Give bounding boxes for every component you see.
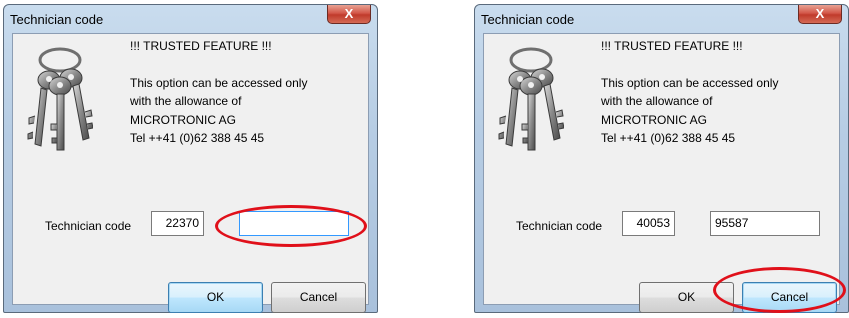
- title-bar[interactable]: Technician code X: [4, 5, 377, 33]
- technician-code-dialog-1: Technician code X !!! TRUSTED FEATURE !!…: [3, 4, 378, 313]
- response-code-input[interactable]: 95587: [710, 211, 820, 236]
- highlight-circle-response-field: [215, 205, 367, 247]
- close-button[interactable]: X: [798, 5, 842, 24]
- technician-code-field[interactable]: 22370: [151, 211, 204, 236]
- cancel-button[interactable]: Cancel: [271, 282, 366, 313]
- message-line-1: This option can be accessed only: [130, 76, 308, 90]
- message-line-4: Tel ++41 (0)62 388 45 45: [601, 131, 736, 145]
- highlight-circle-cancel-button: [713, 267, 846, 313]
- keys-icon: [498, 47, 564, 151]
- dialog-title: Technician code: [481, 12, 575, 27]
- trusted-feature-heading: !!! TRUSTED FEATURE !!!: [130, 39, 272, 53]
- close-button[interactable]: X: [327, 5, 371, 24]
- technician-code-label: Technician code: [45, 219, 132, 233]
- dialog-title: Technician code: [10, 12, 104, 27]
- message-line-2: with the allowance of: [601, 94, 713, 108]
- message-line-3: MICROTRONIC AG: [130, 113, 237, 127]
- technician-code-field[interactable]: 40053: [622, 211, 675, 236]
- technician-code-dialog-2: Technician code X !!! TRUSTED FEATURE !!…: [474, 4, 849, 313]
- message-line-1: This option can be accessed only: [601, 76, 779, 90]
- close-icon: X: [815, 6, 825, 21]
- ok-button[interactable]: OK: [168, 282, 263, 313]
- dialog-client-area: !!! TRUSTED FEATURE !!! This option can …: [12, 33, 369, 313]
- message-line-2: with the allowance of: [130, 94, 242, 108]
- message-line-3: MICROTRONIC AG: [601, 113, 708, 127]
- trusted-feature-heading: !!! TRUSTED FEATURE !!!: [601, 39, 743, 53]
- dialog-client-area: !!! TRUSTED FEATURE !!! This option can …: [483, 33, 840, 313]
- close-icon: X: [344, 6, 354, 21]
- message-line-4: Tel ++41 (0)62 388 45 45: [130, 131, 265, 145]
- title-bar[interactable]: Technician code X: [475, 5, 848, 33]
- technician-code-label: Technician code: [516, 219, 603, 233]
- keys-icon: [27, 47, 93, 151]
